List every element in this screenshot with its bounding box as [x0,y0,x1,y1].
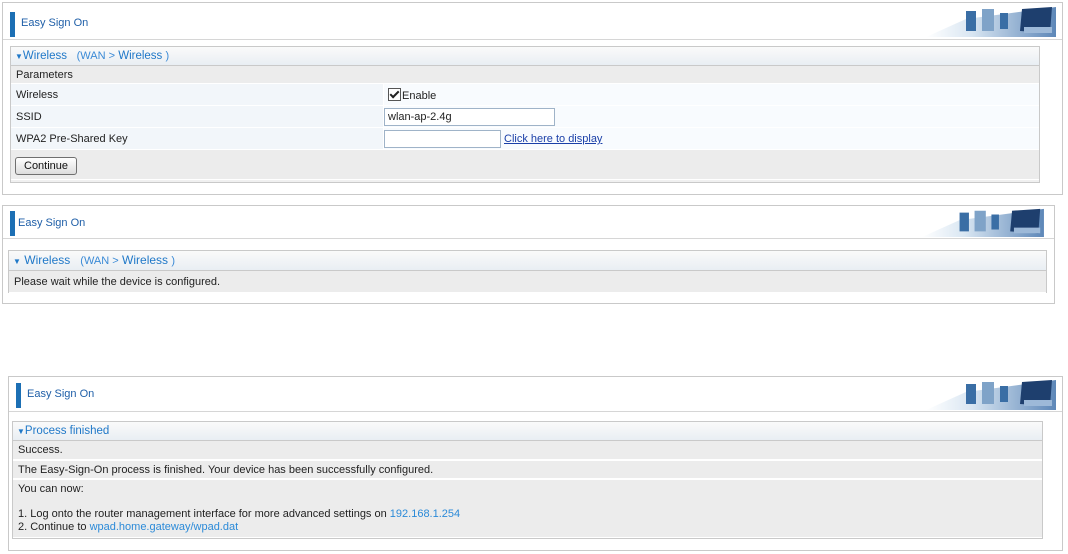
breadcrumb-wireless: Wireless [122,253,169,267]
enable-label: Enable [402,90,437,102]
psk-row: WPA2 Pre-Shared Key Click here to displa… [11,128,1039,150]
options-row: You can now: 1. Log onto the router mana… [13,479,1042,538]
wireless-section: ▼Wireless (WAN > Wireless ) Parameters W… [10,46,1040,183]
wait-row: Please wait while the device is configur… [9,271,1046,293]
step-2: 2. Continue to wpad.home.gateway/wpad.da… [18,521,238,533]
step-2-text: 2. Continue to [18,521,87,533]
panel-header: Easy Sign On [9,377,1062,412]
header-accent-bar [10,211,15,236]
continue-row: Continue [11,150,1039,180]
breadcrumb-wireless: Wireless [118,50,163,62]
breadcrumb-suffix: ) [165,50,170,62]
ssid-input[interactable] [384,108,555,126]
triangle-down-icon: ▼ [13,257,21,266]
finished-row: The Easy-Sign-On process is finished. Yo… [13,460,1042,479]
breadcrumb-prefix: (WAN > [80,255,119,267]
header-accent-bar [16,383,21,408]
you-can-now-text: You can now: [18,483,84,495]
panel-title: Easy Sign On [27,388,95,400]
ssid-value [383,106,1039,127]
header-accent-bar [10,12,15,37]
success-text: Success. [18,444,63,456]
step-1-text: 1. Log onto the router management interf… [18,508,387,520]
finished-text: The Easy-Sign-On process is finished. Yo… [18,464,434,476]
panel-header: Easy Sign On [3,3,1062,40]
step-1: 1. Log onto the router management interf… [18,508,460,520]
wireless-value: Enable [383,84,1039,105]
success-row: Success. [13,441,1042,460]
easy-sign-on-panel-params: Easy Sign On ▼Wireless (WAN > Wireless )… [2,2,1063,195]
section-title: Wireless [24,253,71,267]
easy-sign-on-panel-wait: Easy Sign On ▼ Wireless (WAN > Wireless … [2,205,1055,304]
psk-value: Click here to display [383,128,1039,149]
easy-sign-on-panel-finished: Easy Sign On ▼Process finished Success. … [8,376,1063,551]
wpad-link[interactable]: wpad.home.gateway/wpad.dat [90,521,239,533]
ssid-label: SSID [16,111,42,123]
router-ip-link[interactable]: 192.168.1.254 [390,508,460,520]
wait-message: Please wait while the device is configur… [14,276,221,288]
psk-label: WPA2 Pre-Shared Key [16,133,128,145]
breadcrumb-suffix: ) [171,255,176,267]
triangle-down-icon: ▼ [17,427,25,436]
office-chairs-banner-icon [926,380,1056,410]
enable-checkbox[interactable] [388,88,401,101]
section-header: ▼Wireless (WAN > Wireless ) [11,47,1039,66]
panel-title: Easy Sign On [21,17,89,29]
office-chairs-banner-icon [926,7,1056,37]
click-to-display-link[interactable]: Click here to display [504,128,602,150]
section-header: ▼ Wireless (WAN > Wireless ) [9,251,1046,271]
parameters-row: Parameters [11,66,1039,84]
process-finished-section: ▼Process finished Success. The Easy-Sign… [12,421,1043,539]
section-title: Process finished [24,425,110,437]
breadcrumb-prefix: (WAN > [76,50,116,62]
triangle-down-icon: ▼ [15,52,23,61]
section-header: ▼Process finished [13,422,1042,441]
wireless-row: Wireless Enable [11,84,1039,106]
panel-title: Easy Sign On [18,217,86,229]
parameters-label: Parameters [16,69,73,81]
wireless-label: Wireless [16,89,59,101]
psk-input[interactable] [384,130,501,148]
wireless-section: ▼ Wireless (WAN > Wireless ) Please wait… [8,250,1047,293]
office-chairs-banner-icon [922,208,1044,237]
panel-header: Easy Sign On [3,206,1054,239]
ssid-row: SSID [11,106,1039,128]
section-title: Wireless [22,50,68,62]
continue-button[interactable]: Continue [15,157,78,175]
